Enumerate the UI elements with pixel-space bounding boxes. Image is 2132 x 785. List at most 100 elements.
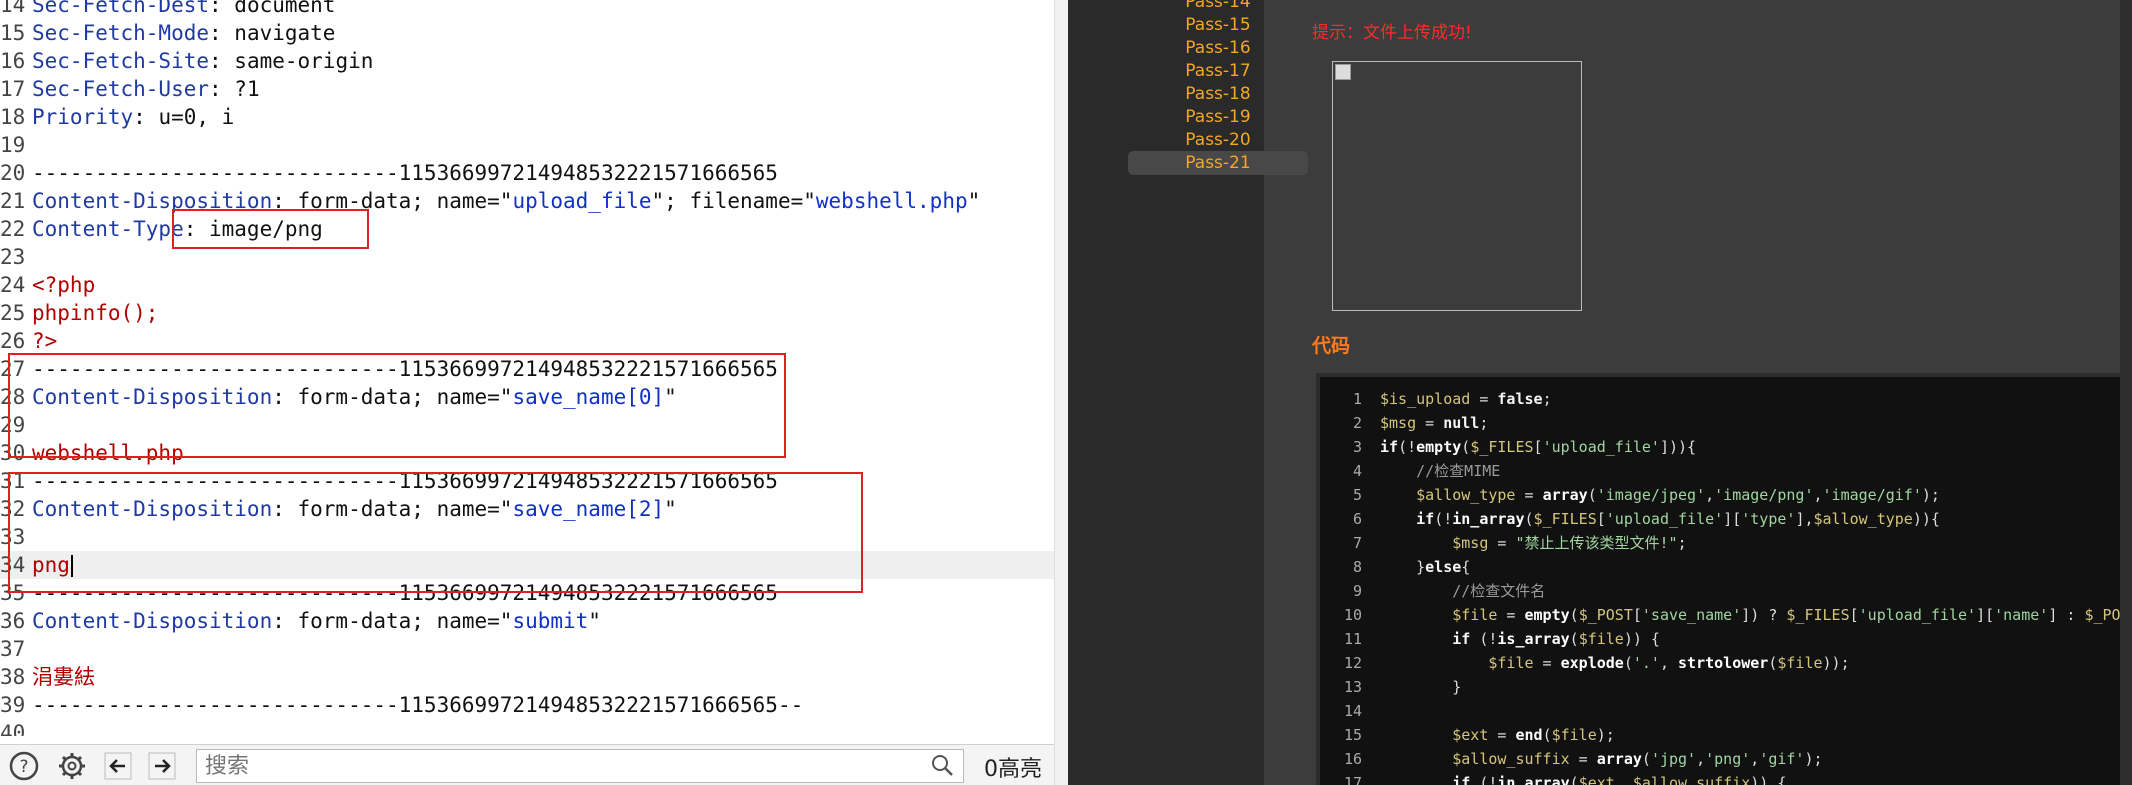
gear-icon bbox=[59, 753, 85, 779]
line-number: 18 bbox=[0, 105, 26, 129]
editor-line[interactable]: 20 -----------------------------115366997… bbox=[0, 159, 1054, 187]
line-number: 25 bbox=[0, 301, 26, 325]
code-token: (! bbox=[1434, 510, 1453, 528]
code-token: else bbox=[1425, 558, 1462, 576]
line-token: "; filename=" bbox=[651, 189, 816, 213]
editor-scrollbar[interactable] bbox=[1054, 0, 1069, 785]
code-line: 1 $is_upload = false; bbox=[1320, 387, 2132, 411]
editor-line[interactable]: 19 bbox=[0, 131, 1054, 159]
editor-line[interactable]: 38 涓婁紶 bbox=[0, 663, 1054, 691]
code-line: 10 $file = empty($_POST['save_name']) ? … bbox=[1320, 603, 2132, 627]
code-token: $msg bbox=[1452, 534, 1489, 552]
editor-line[interactable]: 24 <?php bbox=[0, 271, 1054, 299]
settings-button[interactable] bbox=[54, 749, 90, 783]
editor-line[interactable]: 14 Sec-Fetch-Dest: document bbox=[0, 0, 1054, 19]
code-token: } bbox=[1380, 678, 1462, 696]
code-line-number: 8 bbox=[1352, 558, 1362, 576]
code-token: (! bbox=[1470, 774, 1498, 785]
editor-line[interactable]: 18 Priority: u=0, i bbox=[0, 103, 1054, 131]
line-token: Sec-Fetch-Dest bbox=[32, 0, 210, 17]
editor-line[interactable]: 17 Sec-Fetch-User: ?1 bbox=[0, 75, 1054, 103]
highlight-box-save-name-0 bbox=[8, 353, 787, 458]
code-line-number: 3 bbox=[1352, 438, 1362, 456]
code-token: )) { bbox=[1623, 630, 1660, 648]
search-input[interactable] bbox=[197, 750, 907, 782]
editor-line[interactable]: 21 Content-Disposition: form-data; name="… bbox=[0, 187, 1054, 215]
code-line: 7 $msg = "禁止上传该类型文件!"; bbox=[1320, 531, 2132, 555]
code-token: $ext bbox=[1578, 774, 1615, 785]
editor-line[interactable]: 39 -----------------------------115366997… bbox=[0, 691, 1054, 719]
code-line: 17 if (!in_array($ext, $allow_suffix)) { bbox=[1320, 771, 2132, 785]
editor-line[interactable]: 15 Sec-Fetch-Mode: navigate bbox=[0, 19, 1054, 47]
code-token: = bbox=[1488, 534, 1516, 552]
code-token: ], bbox=[1795, 510, 1814, 528]
line-number: 26 bbox=[0, 329, 26, 353]
code-line-number: 17 bbox=[1343, 774, 1362, 785]
code-line: 13 } bbox=[1320, 675, 2132, 699]
line-token: Content-Type bbox=[32, 217, 184, 241]
editor-line[interactable]: 36 Content-Disposition: form-data; name="… bbox=[0, 607, 1054, 635]
line-token: webshell.php bbox=[815, 189, 968, 213]
code-line: 3 if(!empty($_FILES['upload_file'])){ bbox=[1320, 435, 2132, 459]
code-token: , bbox=[1750, 750, 1760, 768]
code-token: $_FILES bbox=[1470, 438, 1534, 456]
code-line-number: 5 bbox=[1352, 486, 1362, 504]
magnifier-icon[interactable] bbox=[929, 752, 955, 784]
code-token: empty bbox=[1416, 438, 1462, 456]
code-token: ); bbox=[1804, 750, 1823, 768]
editor-line[interactable]: 25 phpinfo(); bbox=[0, 299, 1054, 327]
line-token: phpinfo(); bbox=[32, 301, 159, 325]
help-button[interactable]: ? bbox=[6, 749, 42, 783]
line-token: " bbox=[588, 609, 601, 633]
code-token: '.' bbox=[1632, 654, 1660, 672]
code-token: = bbox=[1470, 390, 1498, 408]
code-token: , bbox=[1614, 774, 1633, 785]
code-token: [ bbox=[1533, 438, 1543, 456]
code-token: [ bbox=[1849, 606, 1859, 624]
code-token: 'type' bbox=[1741, 510, 1796, 528]
editor-line[interactable]: 23 bbox=[0, 243, 1054, 271]
line-token: Content-Disposition bbox=[32, 609, 273, 633]
editor-line[interactable]: 40 bbox=[0, 719, 1054, 736]
code-token: [ bbox=[1596, 510, 1606, 528]
line-number: 14 bbox=[0, 0, 26, 17]
editor-line[interactable]: 22 Content-Type: image/png bbox=[0, 215, 1054, 243]
editor-line[interactable]: 26 ?> bbox=[0, 327, 1054, 355]
code-token: 'png' bbox=[1705, 750, 1751, 768]
code-token: $is_upload bbox=[1380, 390, 1471, 408]
upload-labs-page: Pass-14 Pass-15 Pass-16 Pass-17 Pass-18 Pass-… bbox=[1068, 0, 2132, 785]
forward-button[interactable] bbox=[144, 749, 180, 783]
code-token: $_FILES bbox=[1786, 606, 1850, 624]
back-button[interactable] bbox=[100, 749, 136, 783]
code-line-number: 2 bbox=[1352, 414, 1362, 432]
line-number: 17 bbox=[0, 77, 26, 101]
code-token: $file bbox=[1551, 726, 1597, 744]
code-token: ); bbox=[1921, 486, 1940, 504]
code-token: 'image/png' bbox=[1714, 486, 1814, 504]
code-token: [ bbox=[1632, 606, 1642, 624]
line-number: 22 bbox=[0, 217, 26, 241]
line-token: : form-data; name=" bbox=[272, 609, 513, 633]
code-token: 'name' bbox=[1994, 606, 2049, 624]
code-token: ); bbox=[1596, 726, 1615, 744]
page-scrollbar[interactable] bbox=[2120, 0, 2132, 785]
code-token: ; bbox=[1479, 414, 1489, 432]
search-box bbox=[196, 749, 964, 783]
line-token: : document bbox=[209, 0, 336, 17]
code-token: 'gif' bbox=[1759, 750, 1805, 768]
code-token: explode bbox=[1560, 654, 1624, 672]
line-number: 19 bbox=[0, 133, 26, 157]
code-line-number: 13 bbox=[1343, 678, 1362, 696]
code-token: $ext bbox=[1452, 726, 1489, 744]
code-section-title: 代码 bbox=[1312, 335, 1351, 357]
code-token: $allow_type bbox=[1416, 486, 1516, 504]
question-circle-icon: ? bbox=[9, 751, 39, 781]
code-line: 15 $ext = end($file); bbox=[1320, 723, 2132, 747]
code-token: 'upload_file' bbox=[1542, 438, 1660, 456]
editor-line[interactable]: 16 Sec-Fetch-Site: same-origin bbox=[0, 47, 1054, 75]
editor-line[interactable]: 37 bbox=[0, 635, 1054, 663]
code-token: array bbox=[1596, 750, 1642, 768]
